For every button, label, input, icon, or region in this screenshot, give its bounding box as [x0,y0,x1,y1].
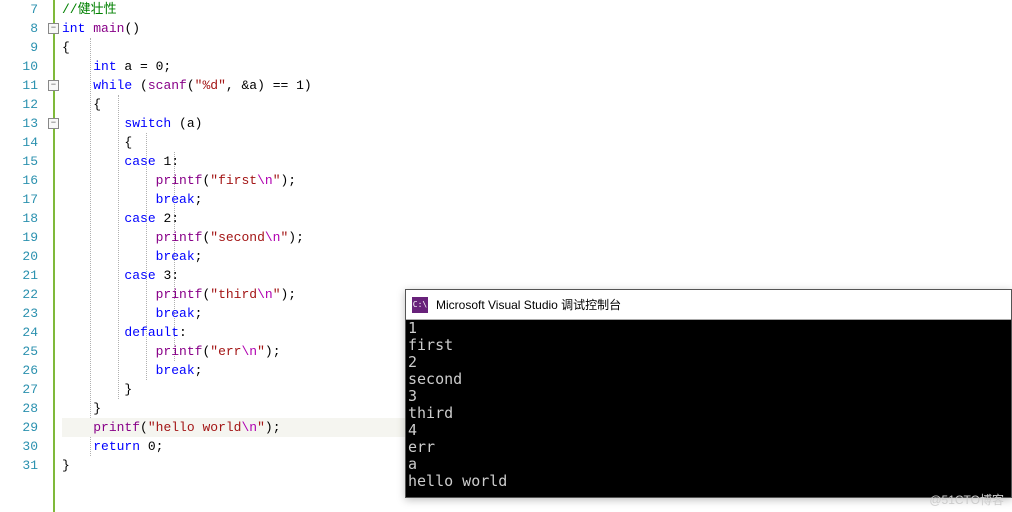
line-number: 23 [0,304,38,323]
line-number: 16 [0,171,38,190]
line-number: 24 [0,323,38,342]
line-number: 30 [0,437,38,456]
code-line[interactable]: break; [62,247,1012,266]
console-title-text: Microsoft Visual Studio 调试控制台 [436,296,621,313]
code-line[interactable]: { [62,95,1012,114]
line-number: 25 [0,342,38,361]
fold-column: − − − [44,0,62,512]
line-number: 18 [0,209,38,228]
code-line[interactable]: break; [62,190,1012,209]
console-output[interactable]: 1 first 2 second 3 third 4 err a hello w… [406,320,1011,497]
code-line[interactable]: //健壮性 [62,0,1012,19]
line-number: 17 [0,190,38,209]
debug-console-window[interactable]: C:\ Microsoft Visual Studio 调试控制台 1 firs… [405,289,1012,498]
line-number: 15 [0,152,38,171]
code-line[interactable]: case 3: [62,266,1012,285]
fold-toggle[interactable]: − [48,118,59,129]
vs-icon: C:\ [412,297,428,313]
fold-toggle[interactable]: − [48,23,59,34]
line-number: 27 [0,380,38,399]
line-number-gutter: 7891011121314151617181920212223242526272… [0,0,44,512]
line-number: 14 [0,133,38,152]
line-number: 9 [0,38,38,57]
line-number: 8 [0,19,38,38]
watermark: @51CTO博客 [929,491,1004,508]
line-number: 28 [0,399,38,418]
line-number: 20 [0,247,38,266]
code-line[interactable]: int main() [62,19,1012,38]
fold-toggle[interactable]: − [48,80,59,91]
line-number: 7 [0,0,38,19]
line-number: 22 [0,285,38,304]
code-line[interactable]: printf("second\n"); [62,228,1012,247]
code-line[interactable]: switch (a) [62,114,1012,133]
line-number: 10 [0,57,38,76]
console-titlebar[interactable]: C:\ Microsoft Visual Studio 调试控制台 [406,290,1011,320]
line-number: 19 [0,228,38,247]
code-line[interactable]: { [62,133,1012,152]
code-line[interactable]: printf("first\n"); [62,171,1012,190]
line-number: 13 [0,114,38,133]
line-number: 11 [0,76,38,95]
line-number: 21 [0,266,38,285]
line-number: 26 [0,361,38,380]
code-line[interactable]: case 2: [62,209,1012,228]
code-line[interactable]: { [62,38,1012,57]
code-line[interactable]: case 1: [62,152,1012,171]
change-bar [53,0,55,512]
line-number: 29 [0,418,38,437]
line-number: 31 [0,456,38,475]
code-line[interactable]: int a = 0; [62,57,1012,76]
code-line[interactable]: while (scanf("%d", &a) == 1) [62,76,1012,95]
line-number: 12 [0,95,38,114]
